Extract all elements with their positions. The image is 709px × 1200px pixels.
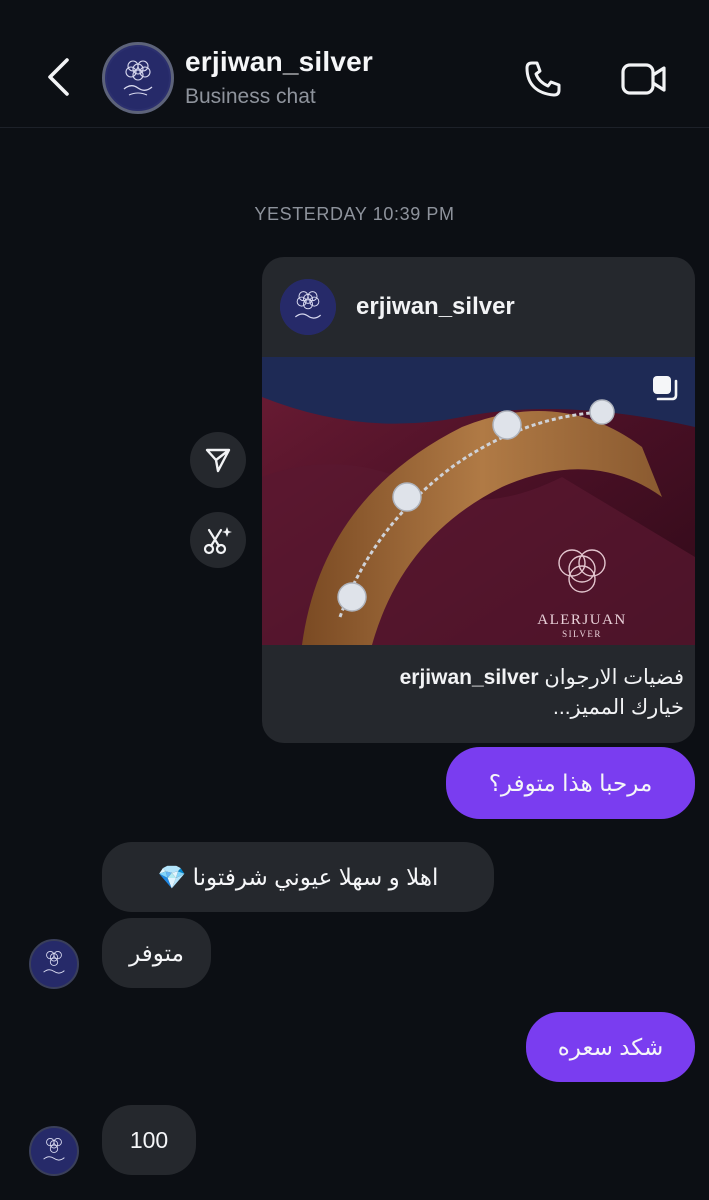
video-call-button[interactable]: [616, 56, 672, 102]
send-icon: [205, 448, 231, 473]
post-image[interactable]: ALERJUAN SILVER: [262, 357, 695, 645]
avatar[interactable]: [29, 939, 79, 989]
post-username[interactable]: erjiwan_silver: [356, 293, 515, 321]
brand-logo-icon: [31, 1128, 77, 1174]
carousel-icon: [650, 373, 680, 403]
video-camera-icon: [621, 63, 666, 95]
incoming-message[interactable]: متوفر: [102, 918, 211, 988]
remix-button[interactable]: [190, 512, 246, 568]
caption-line-2: خيارك المميز...: [553, 696, 684, 719]
brand-subtitle: SILVER: [562, 629, 602, 639]
call-button[interactable]: [518, 56, 568, 102]
chat-title[interactable]: erjiwan_silver: [185, 46, 373, 78]
avatar[interactable]: [29, 1126, 79, 1176]
caption-username[interactable]: erjiwan_silver: [400, 666, 539, 689]
shared-post-card[interactable]: erjiwan_silver ALERJUAN SILVER فضيات الا…: [262, 257, 695, 743]
post-header[interactable]: erjiwan_silver: [262, 257, 695, 357]
scissors-sparkle-icon: [203, 527, 232, 555]
product-photo: [262, 357, 695, 645]
brand-name: ALERJUAN: [537, 612, 627, 628]
post-avatar[interactable]: [280, 279, 336, 335]
brand-logo-icon: [280, 279, 336, 335]
incoming-message[interactable]: 100: [102, 1105, 196, 1175]
share-button[interactable]: [190, 432, 246, 488]
outgoing-message[interactable]: مرحبا هذا متوفر؟: [446, 747, 695, 819]
outgoing-message[interactable]: شكد سعره: [526, 1012, 695, 1082]
brand-logo-icon: [31, 941, 77, 987]
brand-logo-icon: [107, 47, 169, 109]
incoming-message[interactable]: اهلا و سهلا عيوني شرفتونا 💎: [102, 842, 494, 912]
caption-text: فضيات الارجوان: [544, 666, 684, 689]
post-caption: فضيات الارجوان erjiwan_silver خيارك المم…: [284, 663, 684, 723]
chevron-left-icon: [48, 58, 69, 96]
back-button[interactable]: [38, 54, 78, 100]
message-timestamp: YESTERDAY 10:39 PM: [254, 204, 455, 224]
chat-header: erjiwan_silver Business chat: [0, 0, 709, 128]
phone-icon: [525, 61, 561, 97]
chat-subtitle: Business chat: [185, 85, 316, 108]
avatar[interactable]: [102, 42, 174, 114]
